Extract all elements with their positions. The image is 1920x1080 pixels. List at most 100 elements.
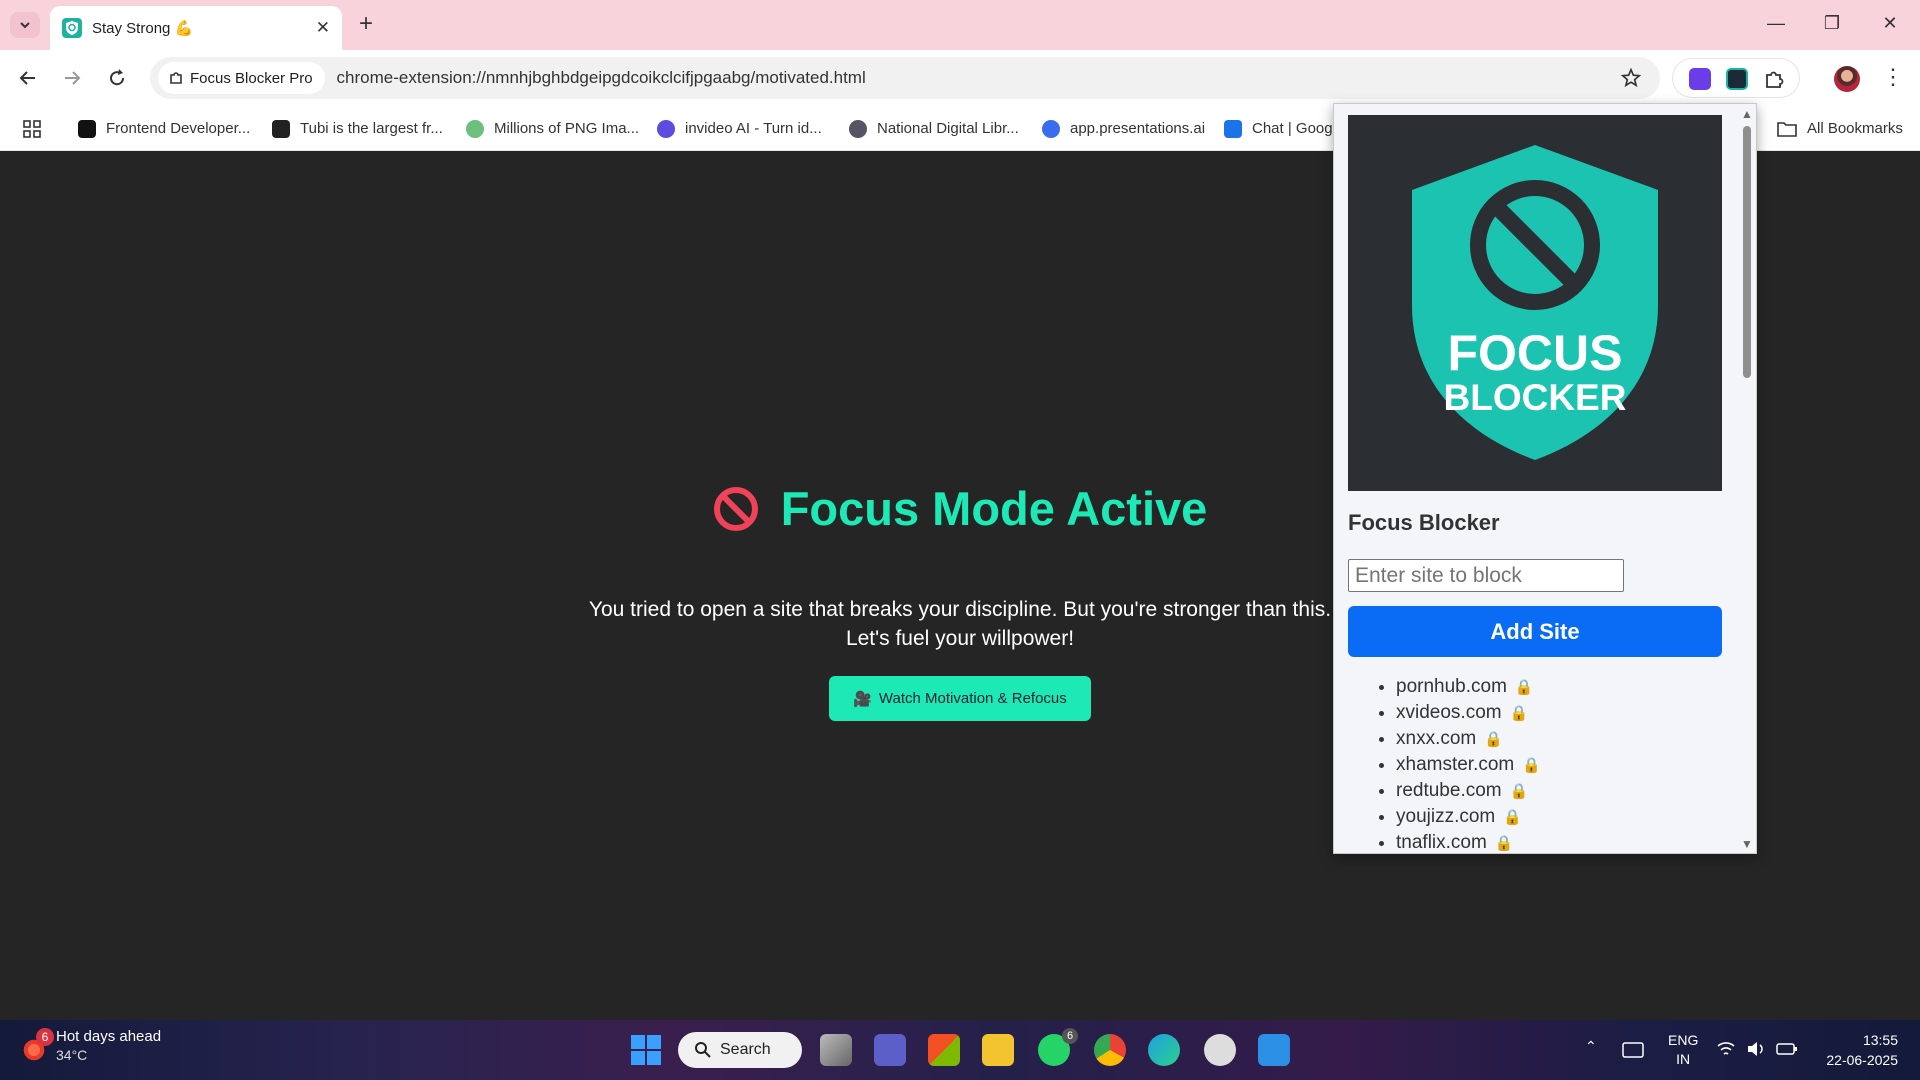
bookmark-label: app.presentations.ai bbox=[1070, 120, 1206, 137]
blocked-site-label: xhamster.com bbox=[1396, 754, 1515, 775]
prohibited-icon bbox=[713, 486, 758, 531]
reload-icon bbox=[110, 69, 125, 86]
browser-toolbar: Focus Blocker Pro chrome-extension://nmn… bbox=[0, 50, 1920, 106]
bookmark-item[interactable]: Millions of PNG Ima... bbox=[466, 106, 639, 151]
blocked-site-label: xnxx.com bbox=[1396, 728, 1477, 749]
popup-scrollbar[interactable]: ▲ ▼ bbox=[1738, 104, 1756, 853]
blocked-site-label: pornhub.com bbox=[1396, 676, 1507, 697]
blocked-sites-list: pornhub.com🔒xvideos.com🔒xnxx.com🔒xhamste… bbox=[1358, 674, 1541, 853]
bookmark-item[interactable]: invideo AI - Turn id... bbox=[657, 106, 822, 151]
lock-icon: 🔒 bbox=[1509, 705, 1529, 722]
task-view-icon[interactable] bbox=[820, 1034, 852, 1066]
watch-motivation-button[interactable]: 🎥 Watch Motivation & Refocus bbox=[829, 676, 1091, 721]
bookmark-item[interactable]: Frontend Developer... bbox=[78, 106, 250, 151]
blocked-site-label: redtube.com bbox=[1396, 780, 1502, 801]
windows-start-icon[interactable] bbox=[630, 1034, 662, 1066]
whatsapp-icon[interactable]: 6 bbox=[1038, 1028, 1078, 1066]
site-input[interactable] bbox=[1348, 559, 1624, 592]
bookmark-label: invideo AI - Turn id... bbox=[685, 120, 822, 137]
wifi-icon[interactable] bbox=[1716, 1040, 1736, 1058]
focus-blocker-favicon-icon bbox=[62, 18, 82, 38]
scrollbar-thumb[interactable] bbox=[1743, 126, 1751, 378]
forward-button[interactable] bbox=[58, 64, 86, 92]
browser-menu-icon[interactable]: ⋮ bbox=[1882, 64, 1904, 90]
edge-icon[interactable] bbox=[1148, 1034, 1180, 1066]
logo-text-line2: BLOCKER bbox=[1444, 377, 1627, 418]
new-tab-button[interactable]: + bbox=[354, 11, 378, 37]
language-indicator[interactable]: ENG IN bbox=[1668, 1031, 1698, 1069]
bookmark-label: Frontend Developer... bbox=[106, 120, 251, 137]
lock-icon: 🔒 bbox=[1522, 757, 1541, 774]
profile-avatar[interactable] bbox=[1834, 66, 1860, 92]
focus-blocker-popup: FOCUS BLOCKER Focus Blocker Add Site por… bbox=[1333, 103, 1757, 854]
shield-logo-icon: FOCUS BLOCKER bbox=[1412, 145, 1658, 460]
weather-badge: 6 bbox=[36, 1028, 54, 1046]
reload-button[interactable] bbox=[103, 64, 131, 92]
extensions-group bbox=[1672, 58, 1800, 98]
weather-temp: 34°C bbox=[56, 1047, 88, 1063]
bookmark-item[interactable]: National Digital Libr... bbox=[849, 106, 1019, 151]
lang-line1: ENG bbox=[1668, 1032, 1699, 1048]
site-info-chip[interactable]: Focus Blocker Pro bbox=[158, 62, 325, 94]
chatgpt-icon[interactable] bbox=[1204, 1034, 1236, 1066]
focus-blocker-logo: FOCUS BLOCKER bbox=[1348, 115, 1722, 491]
vscode-icon[interactable] bbox=[1258, 1034, 1290, 1066]
teams-icon[interactable] bbox=[874, 1034, 906, 1066]
apps-grid-icon[interactable] bbox=[22, 119, 42, 139]
lock-icon: 🔒 bbox=[1503, 809, 1522, 826]
all-bookmarks[interactable]: All Bookmarks bbox=[1777, 106, 1903, 151]
taskbar-search-label: Search bbox=[720, 1041, 771, 1058]
thermometer-icon: 6 bbox=[22, 1028, 54, 1062]
chrome-icon[interactable] bbox=[1094, 1034, 1126, 1066]
site-chip-label: Focus Blocker Pro bbox=[190, 69, 313, 87]
invideo-icon bbox=[657, 119, 675, 138]
url-text[interactable]: chrome-extension://nmnhjbghbdgeipgdcoikc… bbox=[337, 68, 866, 88]
extension-puzzle-icon bbox=[170, 72, 182, 84]
tab-search-button[interactable] bbox=[10, 12, 40, 38]
blocked-site-item: xnxx.com 🔒 bbox=[1396, 726, 1541, 752]
blocked-site-item: tnaflix.com 🔒 bbox=[1396, 830, 1541, 853]
active-tab[interactable]: Stay Strong 💪 ✕ bbox=[50, 6, 342, 50]
watch-motivation-label: Watch Motivation & Refocus bbox=[878, 690, 1067, 707]
blocked-site-label: xvideos.com bbox=[1396, 702, 1502, 723]
close-window-icon[interactable]: ✕ bbox=[1878, 13, 1902, 34]
focus-blocker-extension-icon[interactable] bbox=[1726, 68, 1748, 90]
forward-arrow-icon bbox=[65, 71, 81, 85]
battery-icon[interactable] bbox=[1776, 1040, 1798, 1058]
blocked-site-label: tnaflix.com bbox=[1396, 832, 1487, 853]
search-icon bbox=[695, 1042, 711, 1058]
bookmark-item[interactable]: Chat | Googl bbox=[1224, 106, 1336, 151]
taskbar-search[interactable]: Search bbox=[678, 1032, 802, 1068]
tab-title: Stay Strong 💪 bbox=[92, 20, 194, 37]
bookmark-star-icon[interactable] bbox=[1620, 67, 1642, 89]
volume-icon[interactable] bbox=[1746, 1040, 1766, 1058]
taskbar: 6 Hot days ahead 34°C Search 6 ⌃ ENG IN … bbox=[0, 1020, 1920, 1080]
bookmark-item[interactable]: Tubi is the largest fr... bbox=[272, 106, 443, 151]
store-icon[interactable] bbox=[928, 1034, 960, 1066]
extensions-puzzle-icon[interactable] bbox=[1763, 68, 1785, 90]
shield-extension-icon[interactable] bbox=[1689, 68, 1711, 90]
keyboard-icon[interactable] bbox=[1622, 1042, 1644, 1058]
heading-text: Focus Mode Active bbox=[780, 482, 1208, 535]
bookmark-label: Millions of PNG Ima... bbox=[494, 120, 640, 137]
lock-icon: 🔒 bbox=[1494, 835, 1514, 852]
bookmark-label: Tubi is the largest fr... bbox=[300, 120, 443, 137]
file-explorer-icon[interactable] bbox=[982, 1034, 1014, 1066]
tray-overflow-icon[interactable]: ⌃ bbox=[1585, 1038, 1597, 1055]
address-bar[interactable]: Focus Blocker Pro chrome-extension://nmn… bbox=[150, 57, 1660, 99]
clock[interactable]: 13:55 22-06-2025 bbox=[1826, 1030, 1898, 1070]
restore-icon[interactable]: ❐ bbox=[1820, 13, 1844, 34]
add-site-button[interactable]: Add Site bbox=[1348, 606, 1722, 657]
minimize-icon[interactable]: — bbox=[1764, 13, 1788, 34]
tubi-icon bbox=[272, 119, 290, 138]
video-camera-icon: 🎥 bbox=[853, 690, 872, 708]
scroll-down-icon[interactable]: ▼ bbox=[1741, 837, 1753, 851]
back-button[interactable] bbox=[14, 64, 42, 92]
bookmark-item[interactable]: app.presentations.ai bbox=[1042, 106, 1205, 151]
weather-title: Hot days ahead bbox=[56, 1028, 162, 1045]
close-tab-icon[interactable]: ✕ bbox=[316, 18, 330, 38]
back-arrow-icon bbox=[19, 71, 35, 85]
scroll-up-icon[interactable]: ▲ bbox=[1741, 107, 1753, 121]
whatsapp-badge: 6 bbox=[1062, 1028, 1078, 1044]
weather-widget[interactable]: 6 Hot days ahead 34°C bbox=[22, 1028, 161, 1063]
